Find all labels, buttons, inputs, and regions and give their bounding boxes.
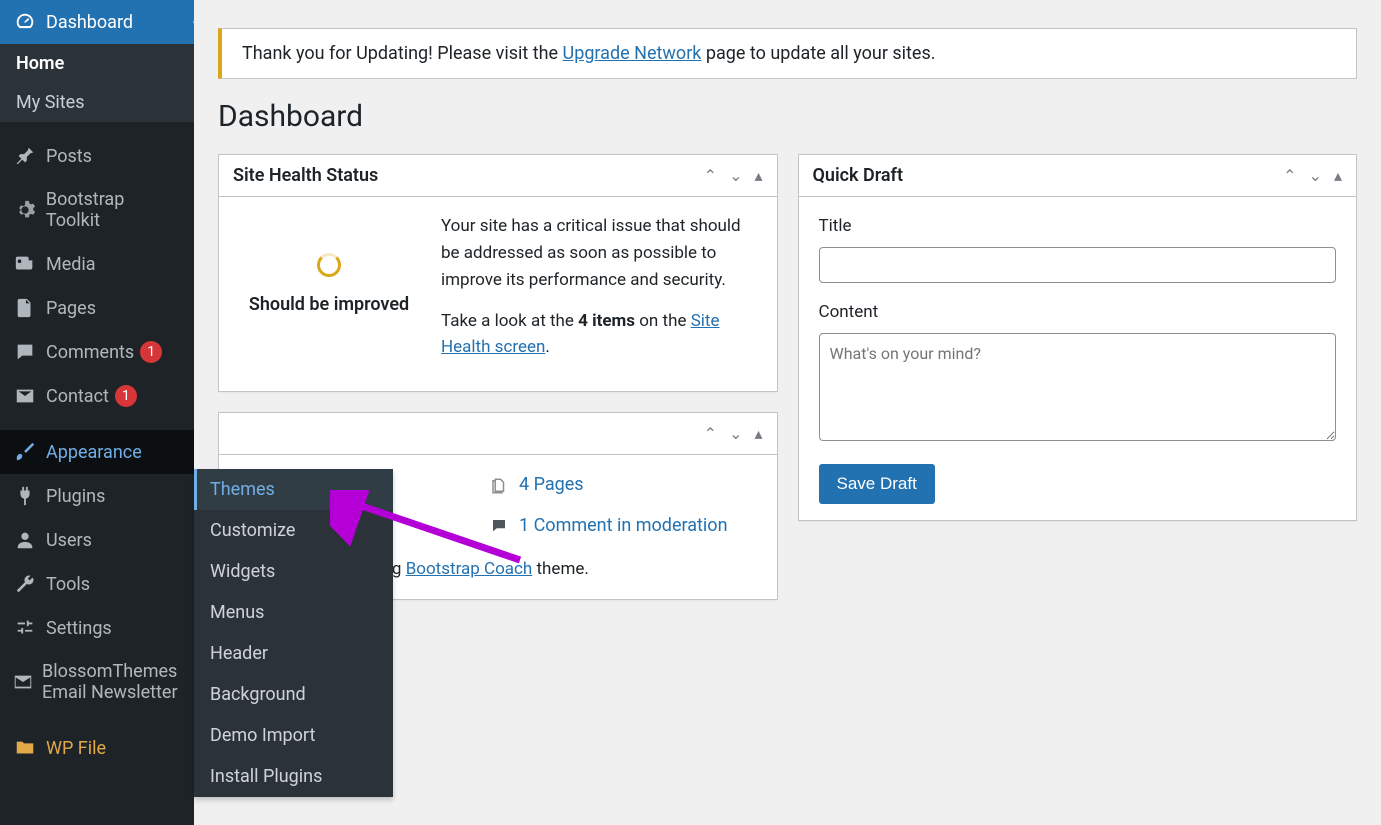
page-icon: [489, 477, 509, 495]
move-up-icon[interactable]: ⌃: [1283, 166, 1296, 185]
flyout-widgets[interactable]: Widgets: [194, 551, 393, 592]
health-gauge: Should be improved: [239, 213, 419, 375]
sidebar-label: Comments: [46, 342, 134, 363]
folder-icon: [12, 737, 38, 759]
mail-newsletter-icon: [12, 671, 34, 693]
upgrade-network-link[interactable]: Upgrade Network: [563, 43, 702, 64]
move-down-icon[interactable]: ⌄: [1309, 166, 1322, 185]
gauge-icon: [12, 11, 38, 33]
collapse-icon[interactable]: ▴: [1334, 166, 1342, 185]
glance-pages-text: 4 Pages: [519, 471, 584, 499]
sidebar-item-tools[interactable]: Tools: [0, 562, 194, 606]
sidebar-label: WP File: [46, 738, 106, 759]
sidebar-label: Settings: [46, 618, 112, 639]
sidebar-label: Dashboard: [46, 12, 133, 33]
comment-icon: [489, 517, 509, 535]
theme-link[interactable]: Bootstrap Coach: [406, 559, 533, 579]
sidebar-item-appearance[interactable]: Appearance: [0, 430, 194, 474]
sidebar-label: Media: [46, 254, 96, 275]
update-notice: Thank you for Updating! Please visit the…: [218, 28, 1357, 79]
sidebar-label: BlossomThemes Email Newsletter: [42, 661, 182, 703]
move-down-icon[interactable]: ⌄: [729, 166, 742, 185]
sidebar-label: Contact: [46, 386, 109, 407]
draft-content-input[interactable]: [819, 333, 1337, 441]
sidebar-item-bootstrap-toolkit[interactable]: Bootstrap Toolkit: [0, 178, 194, 242]
gear-icon: [12, 199, 38, 221]
sidebar-submenu-dashboard: Home My Sites: [0, 44, 194, 122]
sidebar-item-settings[interactable]: Settings: [0, 606, 194, 650]
glance-comments-text: 1 Comment in moderation: [519, 512, 728, 540]
sidebar-item-plugins[interactable]: Plugins: [0, 474, 194, 518]
admin-sidebar: Dashboard Home My Sites Posts Bootstrap …: [0, 0, 194, 825]
health-message: Your site has a critical issue that shou…: [441, 213, 757, 294]
sidebar-label: Posts: [46, 146, 92, 167]
quick-draft-panel: Quick Draft ⌃ ⌄ ▴ Title Content Save Dra…: [798, 154, 1358, 521]
sidebar-label: Pages: [46, 298, 96, 319]
move-up-icon[interactable]: ⌃: [704, 424, 717, 443]
sidebar-label: Tools: [46, 574, 90, 595]
flyout-install-plugins[interactable]: Install Plugins: [194, 756, 393, 797]
collapse-icon[interactable]: ▴: [754, 424, 762, 443]
sidebar-sub-my-sites[interactable]: My Sites: [0, 83, 194, 122]
glance-pages-link[interactable]: 4 Pages: [489, 471, 757, 499]
appearance-flyout: Themes Customize Widgets Menus Header Ba…: [194, 469, 393, 797]
collapse-icon[interactable]: ▴: [754, 166, 762, 185]
flyout-header[interactable]: Header: [194, 633, 393, 674]
sidebar-sub-home[interactable]: Home: [0, 44, 194, 83]
panel-title-health: Site Health Status: [233, 165, 378, 186]
sidebar-label: Bootstrap Toolkit: [46, 189, 182, 231]
sidebar-label: Users: [46, 530, 92, 551]
flyout-demo-import[interactable]: Demo Import: [194, 715, 393, 756]
sidebar-item-pages[interactable]: Pages: [0, 286, 194, 330]
panel-title-quickdraft: Quick Draft: [813, 165, 904, 186]
save-draft-button[interactable]: Save Draft: [819, 464, 935, 504]
page-icon: [12, 297, 38, 319]
draft-title-input[interactable]: [819, 247, 1337, 283]
flyout-menus[interactable]: Menus: [194, 592, 393, 633]
sidebar-item-blossom[interactable]: BlossomThemes Email Newsletter: [0, 650, 194, 714]
sidebar-item-media[interactable]: Media: [0, 242, 194, 286]
move-down-icon[interactable]: ⌄: [729, 424, 742, 443]
media-icon: [12, 253, 38, 275]
sidebar-item-posts[interactable]: Posts: [0, 134, 194, 178]
brush-icon: [12, 441, 38, 463]
plug-icon: [12, 485, 38, 507]
comments-badge: 1: [140, 341, 162, 363]
flyout-customize[interactable]: Customize: [194, 510, 393, 551]
wrench-icon: [12, 573, 38, 595]
sliders-icon: [12, 617, 38, 639]
flyout-themes[interactable]: Themes: [194, 469, 393, 510]
pushpin-icon: [12, 145, 38, 167]
user-icon: [12, 529, 38, 551]
comment-icon: [12, 341, 38, 363]
site-health-panel: Site Health Status ⌃ ⌄ ▴ Should be impro…: [218, 154, 778, 392]
health-status-label: Should be improved: [239, 291, 419, 319]
content-label: Content: [819, 299, 1337, 326]
health-items-line: Take a look at the 4 items on the Site H…: [441, 308, 757, 362]
page-title: Dashboard: [218, 99, 1357, 134]
notice-text-pre: Thank you for Updating! Please visit the: [242, 43, 563, 64]
gauge-circle-icon: [317, 253, 341, 277]
glance-theme-line: ning Bootstrap Coach theme.: [369, 556, 757, 583]
sidebar-item-comments[interactable]: Comments 1: [0, 330, 194, 374]
glance-comments-link[interactable]: 1 Comment in moderation: [489, 512, 757, 540]
sidebar-item-contact[interactable]: Contact 1: [0, 374, 194, 418]
panel-title-glance: [233, 423, 237, 444]
move-up-icon[interactable]: ⌃: [704, 166, 717, 185]
flyout-background[interactable]: Background: [194, 674, 393, 715]
sidebar-label: Appearance: [46, 442, 142, 463]
sidebar-item-wpfile[interactable]: WP File: [0, 726, 194, 770]
sidebar-label: Plugins: [46, 486, 105, 507]
contact-badge: 1: [115, 385, 137, 407]
health-items-count: 4 items: [578, 311, 635, 331]
envelope-icon: [12, 385, 38, 407]
sidebar-item-users[interactable]: Users: [0, 518, 194, 562]
title-label: Title: [819, 213, 1337, 240]
sidebar-item-dashboard[interactable]: Dashboard: [0, 0, 194, 44]
notice-text-post: page to update all your sites.: [701, 43, 935, 64]
